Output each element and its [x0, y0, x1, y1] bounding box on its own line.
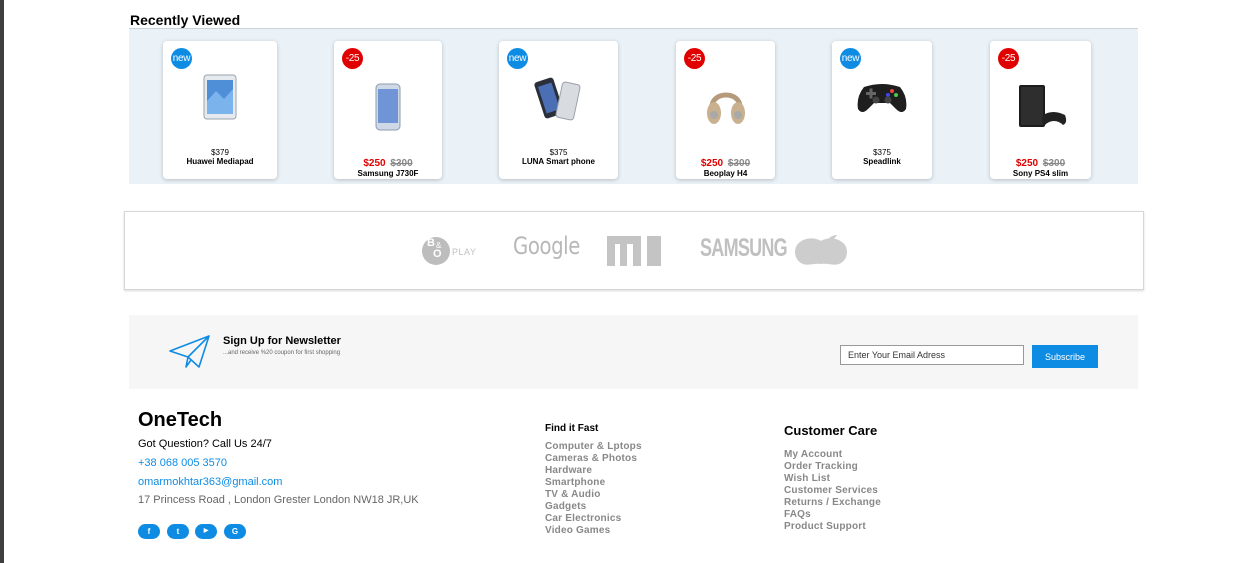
window-edge [0, 0, 4, 563]
bo-play-text: PLAY [452, 247, 477, 257]
recently-viewed-band [129, 29, 1138, 184]
footer-link-gadgets[interactable]: Gadgets [545, 501, 642, 513]
youtube-icon[interactable]: ▶ [195, 524, 217, 539]
product-name[interactable]: Samsung J730F [334, 169, 442, 178]
facebook-icon[interactable]: f [138, 524, 160, 539]
product-name[interactable]: Huawei Mediapad [163, 157, 277, 166]
email-link[interactable]: omarmokhtar363@gmail.com [138, 476, 282, 488]
new-badge: new [171, 48, 192, 69]
footer-link-smartphone[interactable]: Smartphone [545, 477, 642, 489]
product-price-row: $250 $300 [990, 158, 1091, 169]
footer-link-car-electronics[interactable]: Car Electronics [545, 513, 642, 525]
customer-care-list: My Account Order Tracking Wish List Cust… [784, 449, 881, 533]
product-price-row: $250 $300 [676, 158, 775, 169]
call-us-text: Got Question? Call Us 24/7 [138, 438, 272, 450]
mi-logo[interactable] [607, 236, 663, 266]
old-price: $300 [390, 158, 413, 169]
bo-bottom-letter: O [433, 248, 442, 260]
footer-link-video-games[interactable]: Video Games [545, 525, 642, 537]
customer-care-title: Customer Care [784, 423, 878, 438]
product-name[interactable]: LUNA Smart phone [499, 157, 618, 166]
discount-badge: -25 [998, 48, 1019, 69]
newsletter-subtitle: ...and receive %20 coupon for first shop… [223, 350, 341, 356]
phone-link[interactable]: +38 068 005 3570 [138, 457, 227, 469]
find-it-fast-title: Find it Fast [545, 423, 599, 434]
paper-plane-icon [169, 335, 210, 368]
smartphone-pair-icon [533, 77, 580, 121]
footer-link-wish-list[interactable]: Wish List [784, 473, 881, 485]
address-text: 17 Princess Road , London Grester London… [138, 494, 419, 506]
product-name[interactable]: Sony PS4 slim [990, 169, 1091, 178]
footer-link-cameras[interactable]: Cameras & Photos [545, 453, 642, 465]
bo-play-logo[interactable]: B & O PLAY [421, 235, 481, 269]
footer-link-my-account[interactable]: My Account [784, 449, 881, 461]
product-name[interactable]: Beoplay H4 [676, 169, 775, 178]
game-console-icon [1018, 85, 1066, 127]
product-price-row: $250 $300 [334, 158, 442, 169]
old-price: $300 [1042, 158, 1066, 169]
footer-link-order-tracking[interactable]: Order Tracking [784, 461, 881, 473]
product-card-speadlink[interactable]: new $375 Speadlink [832, 41, 932, 179]
tablet-icon [203, 74, 237, 120]
sale-price: $250 [363, 158, 386, 169]
site-logo-text[interactable]: OneTech [138, 409, 222, 432]
samsung-logo[interactable]: SAMSUNG [700, 234, 788, 263]
footer-link-customer-services[interactable]: Customer Services [784, 485, 881, 497]
discount-badge: -25 [684, 48, 705, 69]
footer-link-faqs[interactable]: FAQs [784, 509, 881, 521]
product-price: $379 [211, 148, 229, 157]
footer-link-hardware[interactable]: Hardware [545, 465, 642, 477]
footer-link-computers[interactable]: Computer & Lptops [545, 441, 642, 453]
footer-link-returns[interactable]: Returns / Exchange [784, 497, 881, 509]
subscribe-button[interactable]: Subscribe [1032, 345, 1098, 368]
newsletter-title: Sign Up for Newsletter [223, 335, 341, 347]
headphones-icon [706, 92, 745, 124]
product-card-huawei-mediapad[interactable]: new $379 Huawei Mediapad [163, 41, 277, 179]
old-price: $300 [727, 158, 751, 169]
google-icon[interactable]: G [224, 524, 246, 539]
product-card-luna-smart-phone[interactable]: new $375 LUNA Smart phone [499, 41, 618, 179]
apple-logo-icon[interactable] [793, 235, 849, 267]
smartphone-icon [375, 83, 401, 131]
product-card-beoplay-h4[interactable]: -25 $250 $300 Beoplay H4 [676, 41, 775, 179]
product-name[interactable]: Speadlink [832, 157, 932, 166]
product-card-sony-ps4-slim[interactable]: -25 $250 $300 Sony PS4 slim [990, 41, 1091, 179]
gamepad-icon [857, 84, 907, 112]
discount-badge: -25 [342, 48, 363, 69]
footer-link-product-support[interactable]: Product Support [784, 521, 881, 533]
footer-link-tv-audio[interactable]: TV & Audio [545, 489, 642, 501]
product-card-samsung-j730f[interactable]: -25 $250 $300 Samsung J730F [334, 41, 442, 179]
recently-viewed-title: Recently Viewed [130, 12, 241, 28]
find-it-fast-list: Computer & Lptops Cameras & Photos Hardw… [545, 441, 642, 537]
product-price: $375 [549, 148, 568, 157]
google-logo[interactable]: Google [513, 232, 580, 260]
newsletter-section: Sign Up for Newsletter ...and receive %2… [129, 315, 1138, 389]
brands-strip: B & O PLAY Google SAMSUNG [124, 211, 1144, 290]
sale-price: $250 [1015, 158, 1039, 169]
email-input[interactable] [840, 345, 1024, 365]
product-price: $375 [873, 148, 891, 157]
sale-price: $250 [700, 158, 724, 169]
new-badge: new [507, 48, 528, 69]
new-badge: new [840, 48, 861, 69]
twitter-icon[interactable]: t [167, 524, 189, 539]
